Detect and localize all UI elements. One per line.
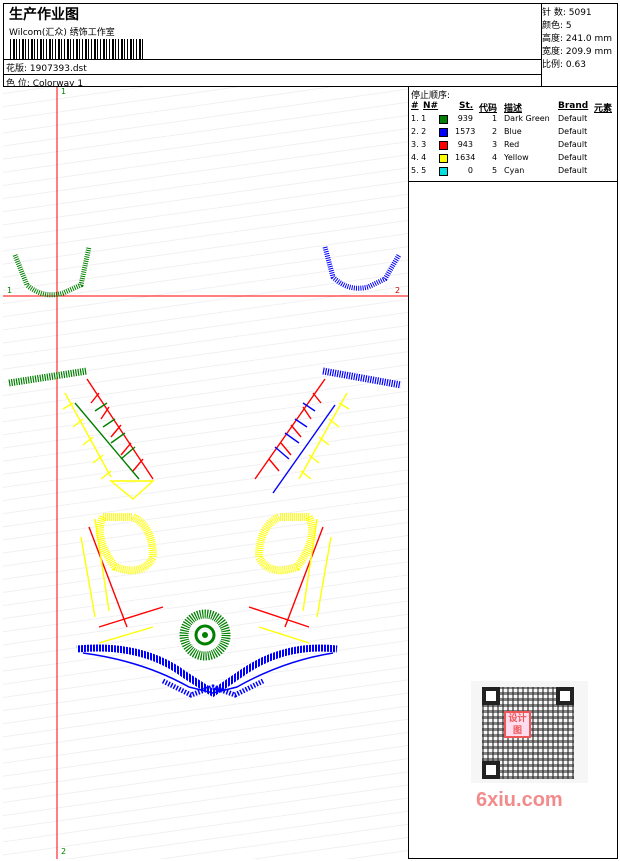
v-axis-bottom-label: 2 <box>61 847 67 856</box>
h-axis-left-label: 1 <box>7 286 13 295</box>
row-brand: Default <box>558 114 588 123</box>
row-description: Blue <box>504 127 522 136</box>
header-divider-2 <box>3 74 542 75</box>
row-description: Cyan <box>504 166 525 175</box>
color-swatch <box>439 115 448 124</box>
stop-order-row[interactable]: 4. 4 1634 4 Yellow Default <box>409 153 618 166</box>
left-fronds <box>62 378 164 644</box>
row-brand: Default <box>558 140 588 149</box>
color-swatch <box>439 128 448 137</box>
row-brand: Default <box>558 153 588 162</box>
h-axis-right-label: 2 <box>395 286 401 295</box>
row-code: 1 <box>492 114 498 123</box>
blue-u-shape <box>322 246 402 291</box>
color-count: 颜色: 5 <box>542 21 572 31</box>
v-axis-top-label: 1 <box>61 87 67 96</box>
row-code: 3 <box>492 140 498 149</box>
color-swatch <box>439 167 448 176</box>
stop-order-row[interactable]: 3. 3 943 3 Red Default <box>409 140 618 153</box>
stats-box: 针 数: 5091 颜色: 5 高度: 241.0 mm 宽度: 209.9 m… <box>542 3 618 87</box>
row-index: 2. 2 <box>411 127 427 136</box>
col-header-brand: Brand <box>558 101 589 111</box>
barcode <box>10 39 143 59</box>
row-code: 2 <box>492 127 498 136</box>
row-index: 3. 3 <box>411 140 427 149</box>
design-file-label: 花版: 1907393.dst <box>6 64 87 74</box>
site-watermark: 6xiu.com <box>476 789 563 811</box>
row-code: 5 <box>492 166 498 175</box>
blue-wing-top <box>76 644 338 698</box>
design-width: 宽度: 209.9 mm <box>542 47 613 57</box>
row-index: 1. 1 <box>411 114 427 123</box>
col-header-st: St. <box>459 101 474 111</box>
design-height: 高度: 241.0 mm <box>542 34 613 44</box>
col-header-hash: # <box>411 101 419 111</box>
stitch-count: 针 数: 5091 <box>542 8 592 18</box>
col-header-element: 元素 <box>594 104 613 114</box>
row-index: 4. 4 <box>411 153 427 162</box>
row-description: Dark Green <box>504 114 550 123</box>
row-stitches: 943 <box>457 140 473 149</box>
studio-name: Wilcom(汇众) 绣饰工作室 <box>9 28 115 38</box>
design-scale: 比例: 0.63 <box>542 60 586 70</box>
row-stitches: 939 <box>457 114 473 123</box>
right-fronds <box>248 378 350 644</box>
col-header-desc: 描述 <box>504 104 523 114</box>
green-bar <box>8 367 88 387</box>
row-code: 4 <box>492 153 498 162</box>
green-u-shape <box>12 246 92 298</box>
green-medallion <box>179 609 231 661</box>
page-title: 生产作业图 <box>9 7 79 23</box>
color-swatch <box>439 154 448 163</box>
row-description: Red <box>504 140 520 149</box>
row-brand: Default <box>558 127 588 136</box>
qr-watermark: 设计图 <box>471 681 588 783</box>
row-index: 5. 5 <box>411 166 427 175</box>
col-header-code: 代码 <box>479 104 498 114</box>
stop-order-row[interactable]: 2. 2 1573 2 Blue Default <box>409 127 618 140</box>
row-brand: Default <box>558 166 588 175</box>
red-stamp: 设计图 <box>504 711 531 738</box>
row-stitches: 1573 <box>455 127 476 136</box>
embroidery-preview <box>3 87 408 859</box>
row-stitches: 0 <box>467 166 473 175</box>
col-header-n: N# <box>423 101 439 111</box>
stop-order-panel: 停止顺序: # N# St. 代码 描述 Brand 元素 1. 1 939 1 Da… <box>409 87 618 182</box>
color-swatch <box>439 141 448 150</box>
stop-order-row[interactable]: 5. 5 0 5 Cyan Default <box>409 166 618 179</box>
row-description: Yellow <box>504 153 529 162</box>
header-divider <box>3 59 542 60</box>
stop-order-row[interactable]: 1. 1 939 1 Dark Green Default <box>409 114 618 127</box>
row-stitches: 1634 <box>455 153 476 162</box>
design-canvas[interactable]: 1 2 1 2 <box>3 87 409 859</box>
stop-order-title: 停止顺序: <box>411 91 451 101</box>
blue-bar <box>322 367 402 389</box>
